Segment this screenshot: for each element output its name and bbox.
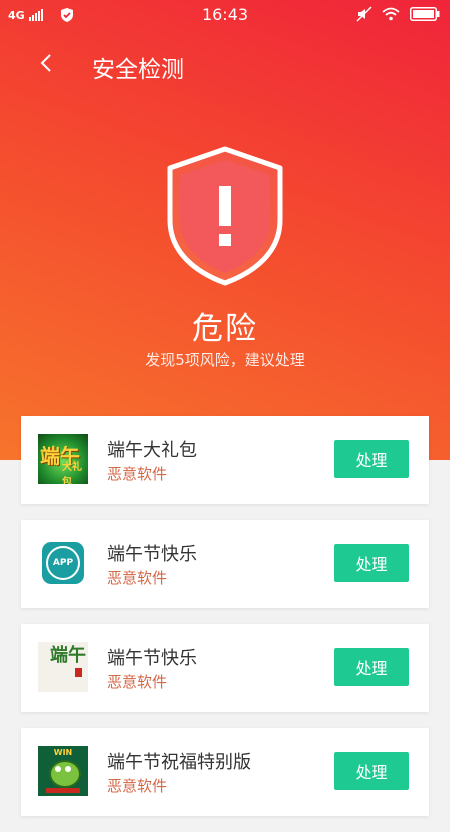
risk-type: 恶意软件 — [107, 777, 168, 795]
icon-subtext: 大礼包 — [62, 462, 82, 484]
cartoon-win-icon: WIN — [38, 746, 88, 796]
risk-summary: 发现5项风险，建议处理 — [145, 351, 305, 369]
icon-text: APP — [46, 546, 80, 580]
app-name: 端午节祝福特别版 — [107, 752, 251, 773]
handle-button[interactable]: 处理 — [334, 544, 409, 582]
wifi-icon — [382, 7, 400, 21]
danger-shield-icon — [167, 146, 283, 286]
risk-type: 恶意软件 — [107, 673, 168, 691]
page-title: 安全检测 — [92, 57, 184, 83]
eye-right — [65, 766, 71, 772]
festival-gift-icon: 端午 大礼包 — [38, 434, 88, 484]
risk-type: 恶意软件 — [107, 465, 168, 483]
mute-icon — [356, 6, 372, 22]
status-right — [356, 6, 440, 22]
app-name: 端午节快乐 — [107, 544, 197, 565]
cartoon-face — [49, 760, 81, 788]
list-item: WIN 端午节祝福特别版 恶意软件 处理 — [21, 728, 429, 816]
calligraphy-icon: 端午 — [38, 642, 88, 692]
risk-app-list: 端午 大礼包 端午大礼包 恶意软件 处理 APP 端午节快乐 恶意软件 处理 端… — [21, 416, 429, 832]
icon-text: WIN — [53, 748, 73, 757]
handle-button[interactable]: 处理 — [334, 648, 409, 686]
risk-type: 恶意软件 — [107, 569, 168, 587]
list-item: APP 端午节快乐 恶意软件 处理 — [21, 520, 429, 608]
app-name: 端午节快乐 — [107, 648, 197, 669]
ribbon-bar — [46, 788, 80, 793]
battery-icon — [410, 7, 440, 21]
handle-button[interactable]: 处理 — [334, 752, 409, 790]
status-bar: 4G 16:43 — [0, 0, 450, 30]
eye-left — [55, 766, 61, 772]
app-tile: APP — [42, 542, 84, 584]
chevron-left-icon — [40, 54, 51, 72]
app-icon: APP — [38, 538, 88, 588]
back-button[interactable] — [32, 48, 60, 78]
icon-text: 端午 — [50, 645, 86, 666]
list-item: 端午 大礼包 端午大礼包 恶意软件 处理 — [21, 416, 429, 504]
seal-mark — [75, 668, 82, 677]
list-item: 端午 端午节快乐 恶意软件 处理 — [21, 624, 429, 712]
handle-button[interactable]: 处理 — [334, 440, 409, 478]
title-bar: 安全检测 — [0, 40, 450, 88]
app-name: 端午大礼包 — [107, 440, 197, 461]
risk-status: 危险 — [192, 311, 258, 347]
